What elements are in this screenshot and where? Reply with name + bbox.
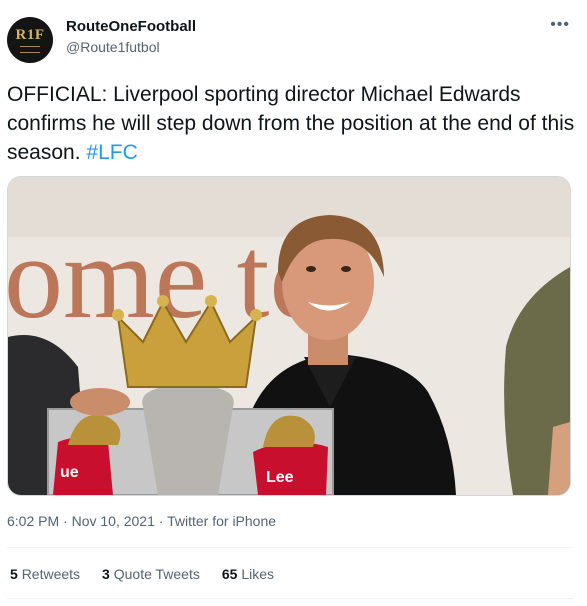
- quote-tweets-count: 3: [102, 566, 110, 582]
- tweet: R1F RouteOneFootball @Route1futbol ••• O…: [0, 0, 587, 606]
- tweet-date[interactable]: Nov 10, 2021: [72, 513, 155, 529]
- quote-tweets-label: Quote Tweets: [113, 566, 200, 582]
- avatar[interactable]: R1F: [7, 17, 53, 63]
- retweets-count: 5: [10, 566, 18, 582]
- man-eye-right: [341, 266, 351, 272]
- retweets-stat[interactable]: 5 Retweets: [10, 566, 80, 582]
- tweet-text: OFFICIAL: Liverpool sporting director Mi…: [7, 80, 577, 167]
- display-name[interactable]: RouteOneFootball: [66, 18, 196, 35]
- banner-right-text: Lee: [266, 469, 294, 486]
- tweet-meta: 6:02 PM · Nov 10, 2021 · Twitter for iPh…: [7, 513, 276, 529]
- retweets-label: Retweets: [21, 566, 81, 582]
- man-eye-left: [306, 266, 316, 272]
- engagement-stats: 5 Retweets 3 Quote Tweets 65 Likes: [10, 566, 296, 582]
- likes-label: Likes: [241, 566, 275, 582]
- meta-separator: ·: [158, 513, 164, 529]
- crown-jewel-1: [112, 309, 124, 321]
- avatar-logo-ornament: [20, 45, 40, 53]
- avatar-logo-text: R1F: [15, 26, 45, 43]
- crown-jewel-2: [157, 295, 169, 307]
- divider: [7, 598, 573, 599]
- user-handle[interactable]: @Route1futbol: [66, 39, 160, 55]
- crown-jewel-4: [250, 309, 262, 321]
- divider: [7, 547, 573, 548]
- hashtag-link[interactable]: #LFC: [86, 141, 137, 164]
- meta-separator: ·: [63, 513, 68, 529]
- tweet-time[interactable]: 6:02 PM: [7, 513, 59, 529]
- tweet-source[interactable]: Twitter for iPhone: [167, 513, 276, 529]
- crown-jewel-3: [205, 295, 217, 307]
- likes-stat[interactable]: 65 Likes: [222, 566, 274, 582]
- more-horizontal-icon[interactable]: •••: [550, 16, 570, 34]
- photo-illustration: ome to ue Lee: [8, 177, 570, 495]
- likes-count: 65: [221, 566, 238, 582]
- tweet-photo[interactable]: ome to ue Lee: [7, 176, 571, 496]
- trophy-cup: [142, 387, 234, 495]
- hand: [70, 388, 130, 416]
- banner-left-text: ue: [60, 464, 79, 481]
- quote-tweets-stat[interactable]: 3 Quote Tweets: [102, 566, 200, 582]
